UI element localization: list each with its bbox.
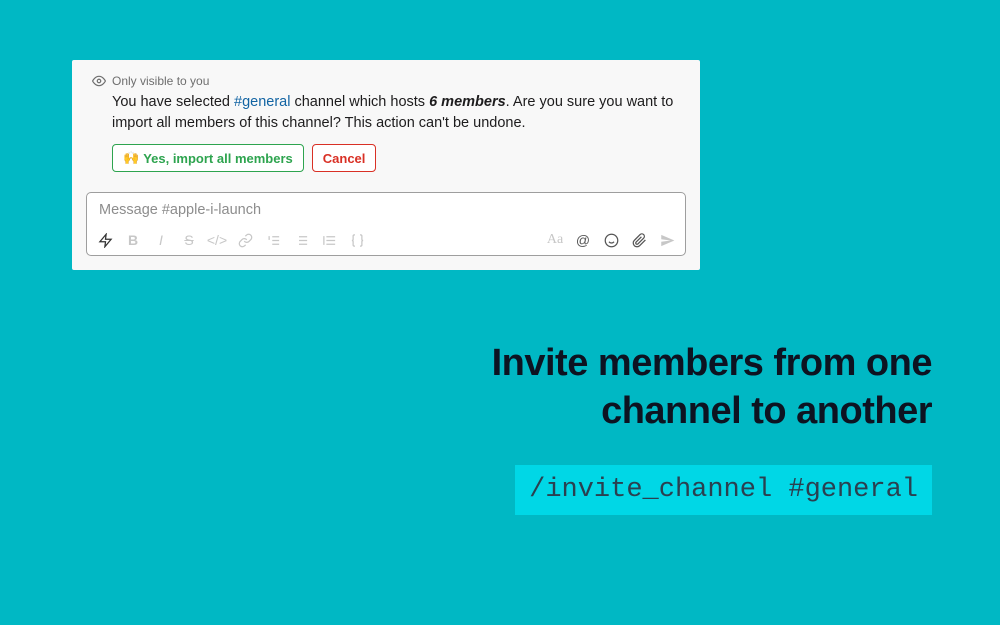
strikethrough-icon[interactable]: S [181, 232, 197, 248]
message-body: You have selected #general channel which… [86, 92, 686, 134]
action-buttons: 🙌 Yes, import all members Cancel [86, 144, 686, 172]
code-icon[interactable]: </> [209, 232, 225, 248]
member-count: 6 members [429, 94, 506, 110]
ephemeral-notice: Only visible to you [86, 74, 686, 88]
command-example: /invite_channel #general [515, 465, 932, 515]
message-input[interactable]: Message #apple-i-launch [87, 193, 685, 227]
confirm-label: Yes, import all members [143, 151, 293, 166]
mention-icon[interactable]: @ [575, 232, 591, 248]
toolbar-right: Aa @ [547, 232, 675, 248]
emoji-icon[interactable] [603, 232, 619, 248]
italic-icon[interactable]: I [153, 232, 169, 248]
composer-toolbar: B I S </> [87, 227, 685, 255]
code-block-icon[interactable] [349, 232, 365, 248]
attachment-icon[interactable] [631, 232, 647, 248]
confirm-button[interactable]: 🙌 Yes, import all members [112, 144, 304, 172]
promo-headline: Invite members from one channel to anoth… [492, 340, 932, 435]
ephemeral-label: Only visible to you [112, 74, 209, 88]
raised-hands-icon: 🙌 [123, 150, 139, 166]
slack-message-card: Only visible to you You have selected #g… [72, 60, 700, 270]
headline-line1: Invite members from one [492, 340, 932, 388]
headline-line2: channel to another [492, 388, 932, 436]
message-composer: Message #apple-i-launch B I S </> [86, 192, 686, 256]
blockquote-icon[interactable] [321, 232, 337, 248]
cancel-button[interactable]: Cancel [312, 144, 377, 172]
bullet-list-icon[interactable] [293, 232, 309, 248]
channel-link[interactable]: #general [234, 94, 290, 110]
eye-icon [92, 74, 106, 88]
lightning-icon[interactable] [97, 232, 113, 248]
format-icon[interactable]: Aa [547, 232, 563, 248]
link-icon[interactable] [237, 232, 253, 248]
message-text: channel which hosts [290, 94, 429, 110]
send-icon[interactable] [659, 232, 675, 248]
toolbar-left: B I S </> [97, 232, 365, 248]
message-text: You have selected [112, 94, 234, 110]
bold-icon[interactable]: B [125, 232, 141, 248]
ordered-list-icon[interactable] [265, 232, 281, 248]
